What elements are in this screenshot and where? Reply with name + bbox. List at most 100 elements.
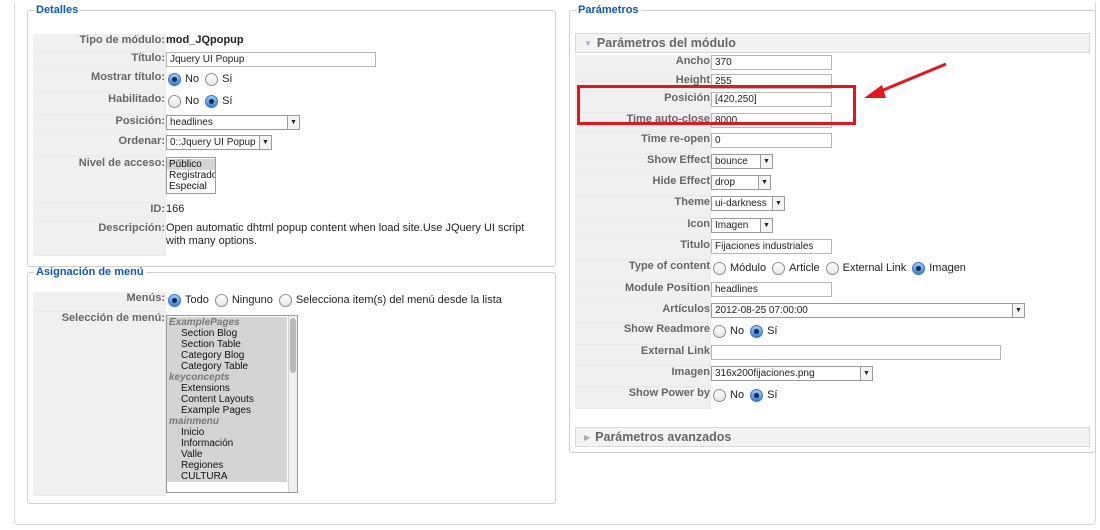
habilitado-si-radio[interactable] xyxy=(205,94,219,108)
power-si-radio[interactable] xyxy=(750,388,764,402)
habilitado-no-radio[interactable] xyxy=(168,94,181,108)
menu-option[interactable]: Valle xyxy=(167,449,287,460)
ordenar-select[interactable]: 0::Jquery UI Popup ▼ xyxy=(166,135,272,150)
menu-option[interactable]: Category Table xyxy=(167,361,287,372)
nivel-acceso-option[interactable]: Público xyxy=(167,159,215,170)
articulos-value: 2012-08-25 07:00:00 xyxy=(715,305,808,316)
menus-label: Menús: xyxy=(33,292,166,312)
scrollbar-thumb[interactable] xyxy=(290,318,296,373)
parametros-avanzados-header[interactable]: ▶ Parámetros avanzados xyxy=(575,427,1090,447)
icon-select[interactable]: Imagen ▼ xyxy=(711,218,773,233)
triangle-right-icon: ▶ xyxy=(584,432,591,442)
tipo-value: mod_JQpopup xyxy=(166,34,244,46)
mostrar-titulo-no-radio[interactable] xyxy=(168,72,181,86)
power-no-radio[interactable] xyxy=(713,388,726,402)
type-article-radio[interactable] xyxy=(772,261,786,275)
articulos-label: Artículos xyxy=(575,303,711,323)
triangle-down-icon: ▼ xyxy=(584,38,592,48)
chevron-down-icon: ▼ xyxy=(259,136,271,149)
chevron-down-icon: ▼ xyxy=(760,219,772,232)
type-external-radio[interactable] xyxy=(825,261,839,275)
chevron-down-icon: ▼ xyxy=(287,116,299,129)
posicion-select-value: headlines xyxy=(170,117,213,128)
menu-option[interactable]: Información xyxy=(167,438,287,449)
module-position-input[interactable] xyxy=(711,282,832,297)
ordenar-select-value: 0::Jquery UI Popup xyxy=(170,137,256,148)
habilitado-label: Habilitado: xyxy=(33,93,166,115)
menu-option[interactable]: Regiones xyxy=(167,460,287,471)
time-reopen-input[interactable] xyxy=(711,133,832,148)
menu-option[interactable]: Category Blog xyxy=(167,350,287,361)
nivel-acceso-label: Nivel de acceso: xyxy=(33,157,166,203)
show-power-label: Show Power by xyxy=(575,387,711,409)
nivel-acceso-option[interactable]: Registrado xyxy=(167,170,215,181)
seleccion-menu-label: Selección de menú: xyxy=(33,312,166,496)
external-link-label: External Link xyxy=(575,345,711,366)
hide-effect-value: drop xyxy=(715,177,736,188)
menu-option[interactable]: Extensions xyxy=(167,383,287,394)
imagen-label: Imagen xyxy=(575,366,711,387)
imagen-select[interactable]: 316x200fijaciones.png ▼ xyxy=(711,366,873,381)
show-effect-label: Show Effect xyxy=(575,154,711,175)
module-position-label: Module Position xyxy=(575,282,711,303)
type-external-label: External Link xyxy=(842,262,907,274)
theme-value: ui-darkness xyxy=(715,198,767,209)
posicion-select[interactable]: headlines ▼ xyxy=(166,115,300,130)
articulos-select[interactable]: 2012-08-25 07:00:00 ▼ xyxy=(711,303,1025,318)
power-si-label: Sí xyxy=(767,389,778,401)
menus-todo-label: Todo xyxy=(185,294,209,306)
detalles-table: Tipo de módulo: mod_JQpopup Título: Most… xyxy=(33,34,552,256)
show-readmore-label: Show Readmore xyxy=(575,323,711,345)
parametros-modulo-header[interactable]: ▼ Parámetros del módulo xyxy=(575,33,1090,53)
external-link-input[interactable] xyxy=(711,345,1001,360)
menu-option[interactable]: Example Pages xyxy=(167,405,287,416)
menu-option[interactable]: Section Table xyxy=(167,339,287,350)
readmore-si-radio[interactable] xyxy=(750,324,764,338)
parametros-avanzados-title: Parámetros avanzados xyxy=(595,430,732,444)
hide-effect-select[interactable]: drop ▼ xyxy=(711,175,771,190)
mostrar-titulo-si-label: Sí xyxy=(222,73,233,85)
id-label: ID: xyxy=(33,203,166,222)
nivel-acceso-option[interactable]: Especial xyxy=(167,181,215,192)
descripcion-label: Descripción: xyxy=(33,222,166,256)
readmore-si-label: Sí xyxy=(767,325,778,337)
type-content-label: Type of content xyxy=(575,260,711,282)
menu-option[interactable]: CULTURA xyxy=(167,471,287,482)
menu-option[interactable]: Section Blog xyxy=(167,328,287,339)
mostrar-titulo-label: Mostrar título: xyxy=(33,71,166,93)
listbox-scrollbar[interactable] xyxy=(288,316,297,492)
posicion-label: Posición: xyxy=(33,115,166,135)
menu-group-label: keyconcepts xyxy=(167,372,287,383)
chevron-down-icon: ▼ xyxy=(760,155,772,168)
theme-select[interactable]: ui-darkness ▼ xyxy=(711,196,785,211)
type-article-label: Article xyxy=(789,262,820,274)
mostrar-titulo-no-label: No xyxy=(185,73,200,85)
chevron-down-icon: ▼ xyxy=(860,367,872,380)
titulo-input[interactable] xyxy=(166,52,376,67)
nivel-acceso-listbox[interactable]: Público Registrado Especial xyxy=(166,157,216,194)
menus-todo-radio[interactable] xyxy=(168,293,181,307)
ancho-input[interactable] xyxy=(711,55,832,70)
ancho-label: Ancho xyxy=(575,55,711,74)
asignacion-legend: Asignación de menú xyxy=(36,266,144,278)
menus-ninguno-radio[interactable] xyxy=(214,293,228,307)
icon-label: Icon xyxy=(575,218,711,239)
chevron-down-icon: ▼ xyxy=(758,176,770,189)
readmore-no-radio[interactable] xyxy=(713,324,726,338)
show-effect-select[interactable]: bounce ▼ xyxy=(711,154,773,169)
menu-option[interactable]: Content Layouts xyxy=(167,394,287,405)
icon-value: Imagen xyxy=(715,220,749,231)
theme-label: Theme xyxy=(575,196,711,218)
annotation-arrow-icon xyxy=(864,62,947,98)
type-modulo-radio[interactable] xyxy=(713,261,726,275)
type-imagen-radio[interactable] xyxy=(912,261,926,275)
chevron-down-icon: ▼ xyxy=(772,197,784,210)
time-reopen-label: Time re-open xyxy=(575,133,711,154)
menu-group-label: mainmenu xyxy=(167,416,287,427)
menu-option[interactable]: Inicio xyxy=(167,427,287,438)
type-modulo-label: Módulo xyxy=(730,262,767,274)
mostrar-titulo-si-radio[interactable] xyxy=(205,72,219,86)
titulo-param-input[interactable] xyxy=(711,239,832,254)
menus-selecciona-radio[interactable] xyxy=(278,293,292,307)
seleccion-menu-listbox[interactable]: ExamplePages Section Blog Section Table … xyxy=(166,315,298,493)
